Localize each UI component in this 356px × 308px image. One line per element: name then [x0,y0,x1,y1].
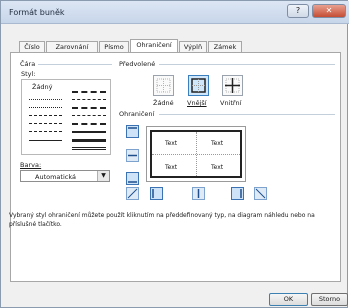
tab-font[interactable]: Písmo [99,41,129,52]
line-style-thick[interactable] [72,139,106,142]
preset-none-button[interactable] [153,75,174,96]
preset-inside-button[interactable] [222,75,243,96]
line-style-list[interactable]: Žádný [21,79,111,155]
line-style-none[interactable]: Žádný [32,83,53,91]
border-bottom-icon [128,181,137,183]
border-none-icon [156,78,171,93]
tab-alignment[interactable]: Zarovnání [46,41,98,52]
preview-cell-text: Text [165,140,178,147]
help-icon: ? [295,6,301,15]
color-label: Barva: [20,161,42,169]
help-button[interactable]: ? [287,4,309,18]
tab-protection[interactable]: Zámek [208,41,242,52]
line-color-value: Automatická [35,173,76,181]
line-style-dash[interactable] [72,115,106,116]
close-icon: ✕ [325,6,333,15]
border-middle-horizontal-button[interactable] [126,149,139,162]
preview-cell-text: Text [165,164,178,171]
preview-cell-text: Text [211,164,224,171]
border-horizontal-icon [128,154,137,157]
diagonal-down-icon [255,188,266,199]
border-section-divider [159,114,335,115]
close-button[interactable]: ✕ [312,4,346,18]
border-top-icon [128,127,137,129]
line-style-hairline[interactable] [29,99,62,100]
border-diagonal-down-button[interactable] [254,187,267,200]
window-title: Formát buněk [9,8,65,17]
style-label: Styl: [21,70,36,78]
border-inside-icon [225,78,240,93]
line-style-dash-dot[interactable] [29,123,62,124]
border-diagonal-up-button[interactable] [126,187,139,200]
preset-inside-label: Vnitřní [220,99,242,107]
border-outline-icon [191,78,206,93]
line-section-divider [38,64,112,65]
tab-fill[interactable]: Výplň [179,41,207,52]
line-section-label: Čára [20,60,36,68]
presets-section-label: Předvolené [119,60,156,68]
border-vertical-icon [197,189,200,198]
format-cells-dialog: Formát buněk ? ✕ Číslo Zarovnání Písmo O… [0,0,349,308]
line-style-dashed[interactable] [29,131,62,132]
border-preview[interactable]: Text Text Text Text [146,126,246,182]
presets-section-divider [159,64,335,65]
preview-cell-text: Text [211,140,224,147]
preset-none-label: Žádné [153,99,174,107]
line-style-double[interactable] [72,147,106,150]
line-style-thin[interactable] [29,140,62,141]
hint-text: Vybraný styl ohraničení můžete použít kl… [9,212,315,228]
border-right-button[interactable] [231,187,244,200]
line-style-dash-dot-dot[interactable] [29,115,62,116]
border-left-icon [152,189,154,198]
border-right-icon [240,189,242,198]
border-top-button[interactable] [126,125,139,138]
border-bottom-button[interactable] [126,172,139,185]
line-style-medium[interactable] [72,131,106,133]
tab-number[interactable]: Číslo [19,41,45,52]
diagonal-up-icon [127,188,138,199]
line-style-slanted-dash-dot[interactable] [72,99,106,100]
border-left-button[interactable] [150,187,163,200]
border-section-label: Ohraničení [119,110,155,118]
ok-button[interactable]: OK [269,293,308,306]
line-style-medium-dashed[interactable] [72,123,106,125]
chevron-down-icon[interactable]: ▼ [97,171,109,181]
preview-inner-horizontal[interactable] [152,154,240,155]
line-style-dotted[interactable] [29,107,62,108]
line-style-medium-dash-dot[interactable] [72,107,106,109]
border-middle-vertical-button[interactable] [192,187,205,200]
title-bar[interactable]: Formát buněk ? ✕ [1,1,349,24]
preset-outline-button[interactable] [188,75,209,96]
cancel-button[interactable]: Storno [311,293,348,306]
tab-border[interactable]: Ohraničení [130,39,178,53]
line-style-medium-dash-dot-dot[interactable] [72,91,106,93]
preset-outline-label: Vnější [187,99,207,107]
